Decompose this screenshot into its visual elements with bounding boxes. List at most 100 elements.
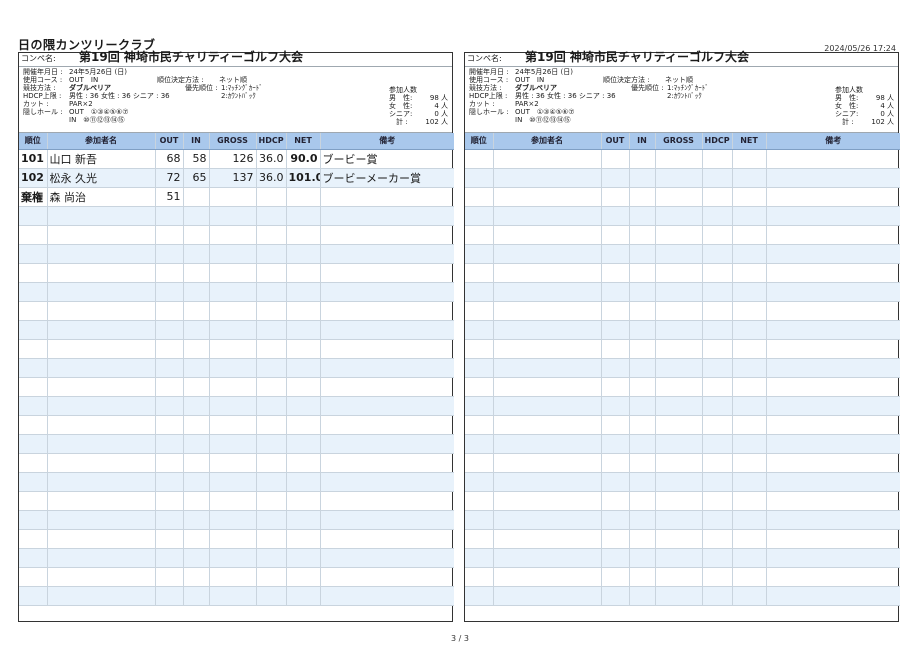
cell-rank <box>19 510 48 530</box>
hidden-holes-label: 隠しホール : <box>469 108 509 116</box>
cell-gross <box>655 453 703 473</box>
cell-net <box>732 149 767 169</box>
cell-net <box>732 244 767 264</box>
cell-note <box>766 567 900 587</box>
cell-hdcp <box>702 510 733 530</box>
cell-hdcp <box>702 187 733 207</box>
cell-hdcp <box>256 282 287 302</box>
cell-gross <box>655 396 703 416</box>
table-row <box>465 187 900 207</box>
cell-net <box>732 263 767 283</box>
cell-hdcp <box>256 510 287 530</box>
cell-out <box>601 396 630 416</box>
table-row: 棄権森 尚治 51 <box>19 187 454 207</box>
cell-out <box>155 377 184 397</box>
cell-hdcp <box>256 244 287 264</box>
cell-name <box>47 434 156 454</box>
count-female-label: 女 性: <box>835 102 859 110</box>
hdcp-value: 男性 : 36 女性 : 36 シニア : 36 <box>515 92 616 100</box>
count-male-value: 98 人 <box>875 94 894 102</box>
cell-rank <box>465 149 494 169</box>
cell-out <box>601 434 630 454</box>
course-label: 使用コース : <box>23 76 63 84</box>
cell-hdcp <box>702 586 733 606</box>
cell-note <box>320 244 454 264</box>
cell-name <box>493 510 602 530</box>
cell-hdcp <box>702 339 733 359</box>
table-row <box>465 263 900 283</box>
cell-rank <box>465 586 494 606</box>
cell-note <box>320 472 454 492</box>
cell-name <box>47 301 156 321</box>
cell-rank <box>19 453 48 473</box>
cell-out <box>601 282 630 302</box>
cell-hdcp <box>256 491 287 511</box>
hdcp-value: 男性 : 36 女性 : 36 シニア : 36 <box>69 92 170 100</box>
priority-1: 1:ﾏｯﾁﾝｸﾞｶｰﾄﾞ <box>221 84 263 92</box>
table-row <box>19 377 454 397</box>
cell-gross <box>655 339 703 359</box>
cell-in <box>183 529 210 549</box>
cell-hdcp <box>256 187 287 207</box>
cell-note <box>766 206 900 226</box>
cell-out <box>155 434 184 454</box>
cell-rank <box>19 586 48 606</box>
cell-note <box>320 453 454 473</box>
cell-note <box>320 415 454 435</box>
cell-net <box>286 529 321 549</box>
hidden-holes-out: OUT ①③④⑤⑥⑦ <box>69 108 129 116</box>
table-row <box>465 548 900 568</box>
cell-rank <box>465 320 494 340</box>
table-row <box>465 377 900 397</box>
cell-rank <box>465 282 494 302</box>
cell-out: 51 <box>155 187 184 207</box>
cell-rank <box>465 567 494 587</box>
cell-gross <box>209 434 257 454</box>
table-row <box>19 396 454 416</box>
table-header-row: 順位 参加者名 OUT IN GROSS HDCP NET 備考 <box>465 133 900 150</box>
cell-in <box>629 586 656 606</box>
course-value: OUT IN <box>515 76 545 84</box>
count-total-value: 102 人 <box>871 118 894 126</box>
cell-name <box>493 567 602 587</box>
cell-gross <box>209 415 257 435</box>
column-header: OUT <box>601 133 630 150</box>
cell-out <box>601 320 630 340</box>
cell-name <box>47 510 156 530</box>
cell-note <box>320 548 454 568</box>
cell-net <box>286 415 321 435</box>
cell-net <box>732 396 767 416</box>
cell-rank <box>19 472 48 492</box>
cell-rank <box>465 510 494 530</box>
cell-out <box>601 510 630 530</box>
cell-rank <box>19 244 48 264</box>
cell-note <box>766 548 900 568</box>
cell-in <box>629 548 656 568</box>
cut-label: カット : <box>23 100 49 108</box>
table-row: 101 山口 新吾 68 58 126 36.0 90.0 ブービー賞 <box>19 149 454 169</box>
count-total-label: 計 : <box>396 118 408 126</box>
cell-gross <box>209 339 257 359</box>
cell-rank <box>19 282 48 302</box>
page-indicator: 3 / 3 <box>451 634 469 643</box>
cell-gross: 137 <box>209 168 257 188</box>
hidden-holes-label: 隠しホール : <box>23 108 63 116</box>
table-row <box>465 586 900 606</box>
cell-gross <box>209 244 257 264</box>
cell-note <box>320 510 454 530</box>
competition-info: コンペ名: 第19回 神埼市民チャリティーゴルフ大会 開催年月日 : 24年5月… <box>465 51 898 133</box>
count-title: 参加人数 <box>389 86 417 94</box>
cell-in <box>629 472 656 492</box>
cell-gross <box>655 358 703 378</box>
cell-in <box>629 434 656 454</box>
cell-name: 松永 久光 <box>47 168 156 188</box>
column-header: 順位 <box>19 133 48 150</box>
table-row <box>19 453 454 473</box>
cell-hdcp <box>702 244 733 264</box>
cell-gross <box>655 586 703 606</box>
cell-gross <box>209 472 257 492</box>
cell-gross <box>209 320 257 340</box>
cell-name <box>493 434 602 454</box>
column-header: 参加者名 <box>493 133 602 150</box>
cell-in <box>183 434 210 454</box>
